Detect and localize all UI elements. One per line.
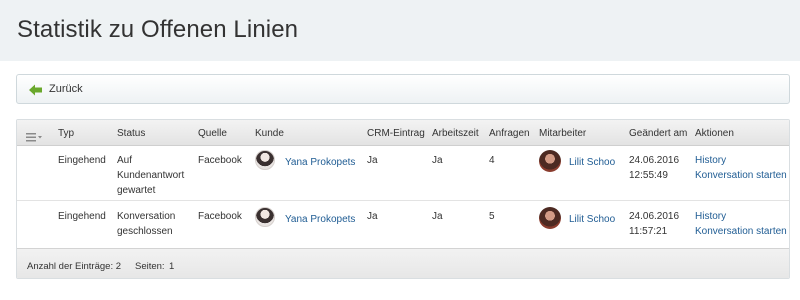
cell-anfragen: 4 xyxy=(489,155,495,166)
cell-status-line: geschlossen xyxy=(117,226,173,237)
agent-avatar xyxy=(539,150,561,172)
header-crm[interactable]: CRM-Eintrag xyxy=(367,128,425,139)
header-typ[interactable]: Typ xyxy=(58,128,74,139)
agent-avatar xyxy=(539,207,561,229)
customer-link[interactable]: Yana Prokopets xyxy=(285,212,355,227)
customer-link[interactable]: Yana Prokopets xyxy=(285,155,355,170)
column-menu-icon[interactable] xyxy=(26,129,42,142)
page-number[interactable]: 1 xyxy=(169,261,174,272)
cell-quelle: Facebook xyxy=(198,211,242,222)
header-arbeitszeit[interactable]: Arbeitszeit xyxy=(432,128,479,139)
table-row: Eingehend Konversation geschlossen Faceb… xyxy=(17,202,789,247)
cell-status-line: Auf xyxy=(117,155,133,166)
pages-label: Seiten: xyxy=(135,261,165,272)
history-link[interactable]: History xyxy=(695,153,726,168)
header-status[interactable]: Status xyxy=(117,128,145,139)
cell-typ: Eingehend xyxy=(58,211,106,222)
cell-anfragen: 5 xyxy=(489,211,495,222)
header-aktionen: Aktionen xyxy=(695,128,734,139)
cell-time: 12:55:49 xyxy=(629,170,668,181)
history-link[interactable]: History xyxy=(695,209,726,224)
toolbar: Zurück xyxy=(16,74,790,104)
agent-link[interactable]: Lilit Schoo xyxy=(569,155,615,170)
header-geaendert[interactable]: Geändert am xyxy=(629,128,687,139)
page-title: Statistik zu Offenen Linien xyxy=(17,16,299,43)
cell-status-line: Kundenantwort xyxy=(117,170,185,181)
cell-crm: Ja xyxy=(367,211,378,222)
header-kunde[interactable]: Kunde xyxy=(255,128,284,139)
cell-quelle: Facebook xyxy=(198,155,242,166)
header-quelle[interactable]: Quelle xyxy=(198,128,227,139)
cell-date: 24.06.2016 xyxy=(629,211,680,222)
cell-arbeitszeit: Ja xyxy=(432,155,443,166)
header-mitarbeiter[interactable]: Mitarbeiter xyxy=(539,128,586,139)
cell-crm: Ja xyxy=(367,155,378,166)
cell-time: 11:57:21 xyxy=(629,226,668,237)
cell-status-line: gewartet xyxy=(117,185,156,196)
table-header: Typ Status Quelle Kunde CRM-Eintrag Arbe… xyxy=(17,120,789,146)
start-conversation-link[interactable]: Konversation starten xyxy=(695,224,787,239)
table-footer: Anzahl der Einträge: 2 Seiten: 1 xyxy=(17,248,789,278)
cell-typ: Eingehend xyxy=(58,155,106,166)
start-conversation-link[interactable]: Konversation starten xyxy=(695,168,787,183)
statistics-table: Typ Status Quelle Kunde CRM-Eintrag Arbe… xyxy=(16,119,790,279)
cell-status-line: Konversation xyxy=(117,211,176,222)
cell-arbeitszeit: Ja xyxy=(432,211,443,222)
customer-avatar xyxy=(255,150,275,170)
content-panel: Zurück Typ Status Quelle Kunde CRM-Eintr… xyxy=(0,61,800,300)
back-button-label: Zurück xyxy=(49,83,83,95)
cell-date: 24.06.2016 xyxy=(629,155,680,166)
agent-link[interactable]: Lilit Schoo xyxy=(569,212,615,227)
customer-avatar xyxy=(255,207,275,227)
table-row: Eingehend Auf Kundenantwort gewartet Fac… xyxy=(17,146,789,201)
entry-count: Anzahl der Einträge: 2 xyxy=(27,261,122,272)
back-arrow-icon xyxy=(29,83,43,96)
header-anfragen[interactable]: Anfragen xyxy=(489,128,530,139)
back-button[interactable]: Zurück xyxy=(29,83,83,96)
